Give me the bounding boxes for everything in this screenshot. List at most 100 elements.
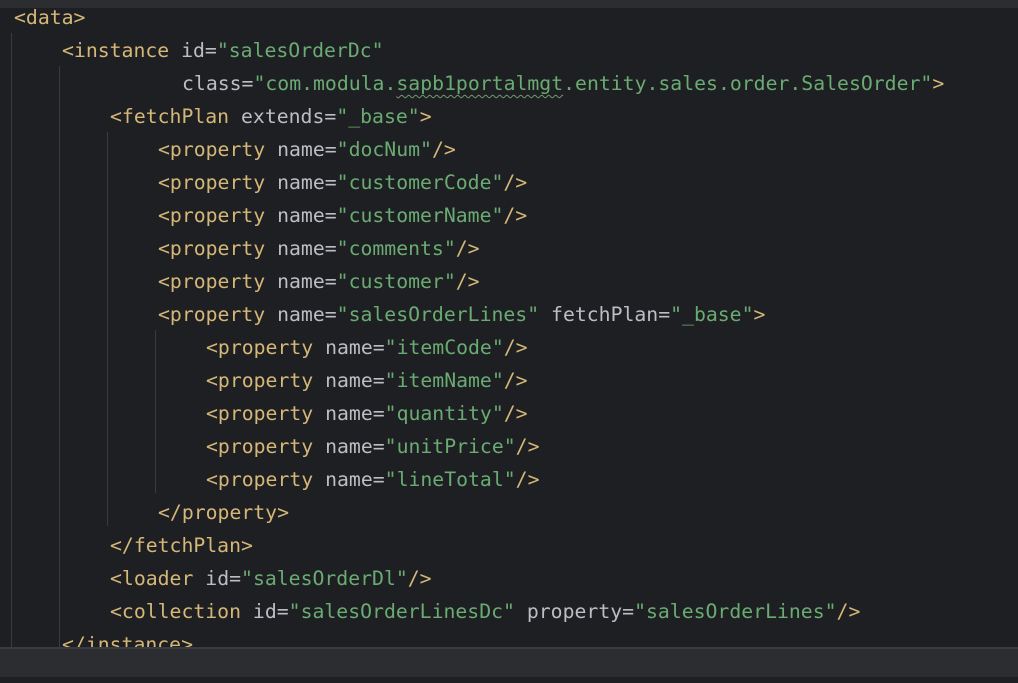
code-token: sapb1portalmgt (396, 72, 564, 95)
code-token: name (277, 204, 325, 227)
code-token: <property (206, 402, 326, 425)
code-line[interactable]: <property name="itemCode"/> (206, 331, 528, 364)
code-line[interactable]: <fetchPlan extends="_base"> (110, 100, 432, 133)
code-token: = (372, 468, 385, 491)
code-token: "salesOrderDc" (216, 39, 384, 62)
code-token: </fetchPlan> (110, 534, 253, 557)
code-line[interactable]: class="com.modula.sapb1portalmgt.entity.… (182, 67, 944, 100)
code-line[interactable]: <property name="salesOrderLines" fetchPl… (158, 298, 765, 331)
code-token: "quantity" (384, 402, 504, 425)
code-token: /> (455, 237, 480, 260)
code-line[interactable]: <data> (14, 1, 85, 34)
code-token: name (277, 171, 325, 194)
code-token: <property (158, 237, 278, 260)
code-line[interactable]: <property name="customerName"/> (158, 199, 527, 232)
code-token: = (324, 237, 337, 260)
code-token: <fetchPlan (110, 105, 242, 128)
code-token: "salesOrderLines" (634, 600, 837, 623)
code-token: = (372, 402, 385, 425)
code-token: <collection (110, 600, 253, 623)
code-token: "unitPrice" (384, 435, 516, 458)
code-token: = (622, 600, 635, 623)
code-token: "itemName" (384, 369, 504, 392)
bottom-tool-panel (0, 649, 1018, 683)
code-token: "customerName" (336, 204, 504, 227)
code-token: > (932, 72, 945, 95)
code-line[interactable]: <property name="comments"/> (158, 232, 480, 265)
code-token: <property (158, 204, 278, 227)
code-token: name (277, 138, 325, 161)
code-token: </property> (158, 501, 290, 524)
code-token: name (325, 369, 373, 392)
code-line[interactable]: <property name="customer"/> (158, 265, 480, 298)
code-token: "_base" (670, 303, 754, 326)
code-token: = (229, 567, 242, 590)
code-token: <property (206, 369, 326, 392)
code-token: <property (206, 468, 326, 491)
code-line[interactable]: </property> (158, 496, 289, 529)
code-token: property (514, 600, 623, 623)
code-token: "customerCode" (336, 171, 504, 194)
code-line[interactable]: <loader id="salesOrderDl"/> (110, 562, 432, 595)
bottom-edge (0, 677, 1018, 683)
code-token: "customer" (336, 270, 456, 293)
code-token: "comments" (336, 237, 456, 260)
code-token: = (241, 72, 254, 95)
code-token: <property (158, 270, 278, 293)
code-token: "com.modula. (253, 72, 397, 95)
code-token: .entity.sales.order.SalesOrder" (563, 72, 933, 95)
code-token: = (324, 105, 337, 128)
code-token: name (277, 270, 325, 293)
code-lines: <data> <instance id="salesOrderDc" class… (0, 0, 1018, 647)
code-editor[interactable]: <data> <instance id="salesOrderDc" class… (0, 0, 1018, 647)
code-token: id (205, 567, 230, 590)
code-line[interactable]: </instance> (62, 628, 193, 647)
code-token: <loader (110, 567, 206, 590)
code-token: /> (455, 270, 480, 293)
code-token: > (753, 303, 766, 326)
code-token: name (325, 435, 373, 458)
code-token: = (658, 303, 671, 326)
code-token: > (419, 105, 432, 128)
code-token: = (372, 369, 385, 392)
code-token: = (276, 600, 289, 623)
code-token: extends (241, 105, 325, 128)
code-line[interactable]: <property name="itemName"/> (206, 364, 528, 397)
code-line[interactable]: </fetchPlan> (110, 529, 253, 562)
code-token: <instance (62, 39, 182, 62)
code-line[interactable]: <property name="lineTotal"/> (206, 463, 540, 496)
code-token: /> (503, 171, 528, 194)
code-line[interactable]: <property name="unitPrice"/> (206, 430, 540, 463)
code-token: "lineTotal" (384, 468, 516, 491)
code-token: name (277, 237, 325, 260)
code-token: /> (407, 567, 432, 590)
code-token: = (324, 270, 337, 293)
code-token: name (325, 402, 373, 425)
code-token: = (324, 204, 337, 227)
code-token: name (277, 303, 325, 326)
code-line[interactable]: <collection id="salesOrderLinesDc" prope… (110, 595, 860, 628)
code-line[interactable]: <property name="docNum"/> (158, 133, 456, 166)
code-token: /> (431, 138, 456, 161)
code-token: /> (836, 600, 861, 623)
code-token: = (324, 171, 337, 194)
code-token: "salesOrderDl" (241, 567, 408, 590)
code-line[interactable]: <property name="quantity"/> (206, 397, 528, 430)
code-token: <property (158, 171, 278, 194)
code-token: <property (206, 435, 326, 458)
code-token: /> (503, 402, 528, 425)
code-token: fetchPlan (539, 303, 659, 326)
code-token: name (325, 336, 373, 359)
code-token: <property (158, 303, 278, 326)
code-token: <data> (14, 6, 86, 29)
code-token: = (372, 435, 385, 458)
code-token: name (325, 468, 373, 491)
code-token: = (324, 138, 337, 161)
code-token: id (181, 39, 205, 62)
code-token: "docNum" (336, 138, 432, 161)
code-line[interactable]: <property name="customerCode"/> (158, 166, 527, 199)
code-line[interactable]: <instance id="salesOrderDc" (62, 34, 384, 67)
code-token: <property (158, 138, 278, 161)
code-token: </instance> (62, 633, 194, 647)
code-token: "_base" (336, 105, 420, 128)
